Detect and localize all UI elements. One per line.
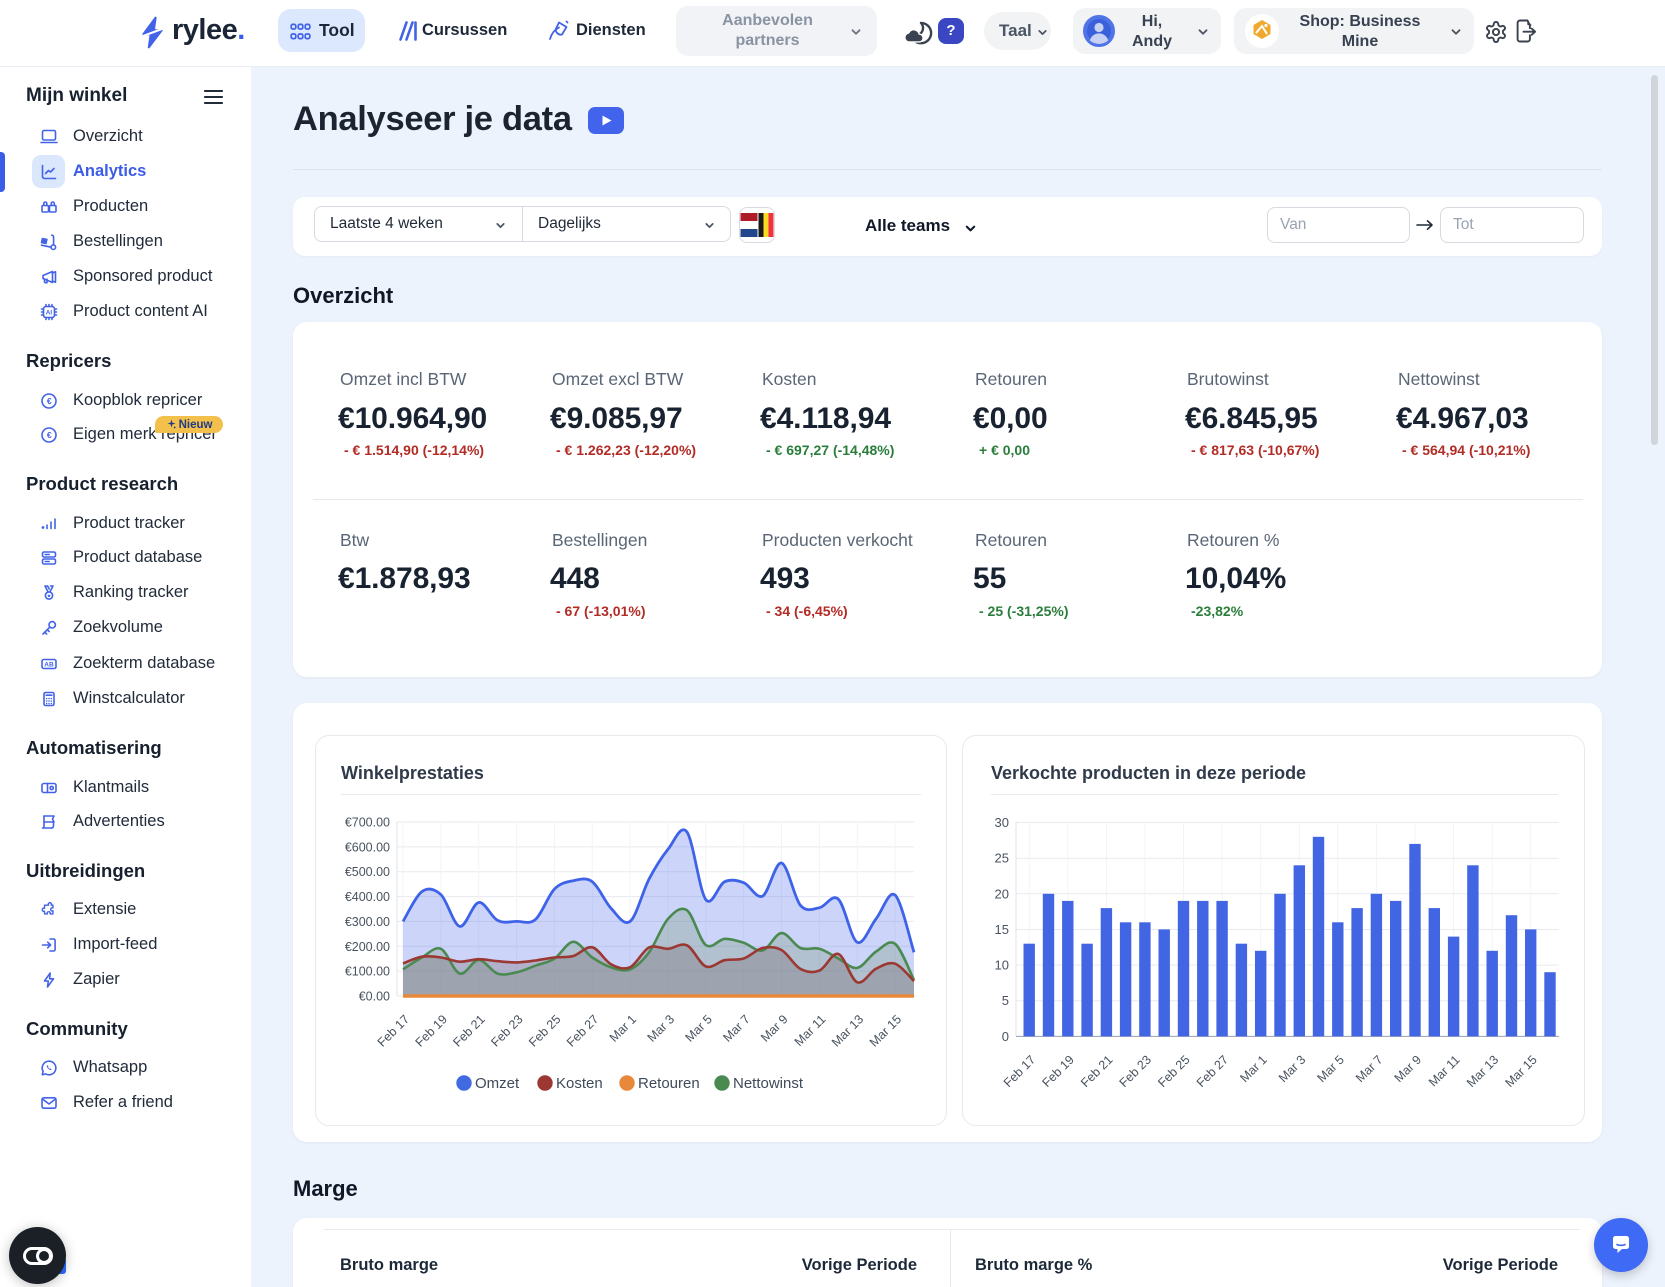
svg-text:Feb 17: Feb 17	[375, 1012, 412, 1049]
svg-text:Nettowinst: Nettowinst	[733, 1075, 804, 1092]
svg-text:Mar 13: Mar 13	[829, 1012, 866, 1049]
svg-text:Omzet: Omzet	[475, 1075, 520, 1092]
svg-text:25: 25	[995, 851, 1009, 866]
svg-text:Feb 21: Feb 21	[1078, 1053, 1115, 1090]
svg-text:Feb 27: Feb 27	[564, 1012, 601, 1049]
svg-text:€700.00: €700.00	[345, 816, 390, 830]
svg-text:20: 20	[995, 886, 1009, 901]
svg-text:Mar 5: Mar 5	[682, 1012, 715, 1045]
svg-text:Mar 9: Mar 9	[1392, 1053, 1425, 1086]
svg-text:Feb 23: Feb 23	[488, 1012, 525, 1049]
svg-text:Feb 17: Feb 17	[1001, 1053, 1038, 1090]
svg-text:Feb 25: Feb 25	[526, 1012, 563, 1049]
svg-text:Mar 1: Mar 1	[607, 1012, 640, 1045]
svg-text:€200.00: €200.00	[345, 940, 390, 954]
svg-text:Mar 11: Mar 11	[792, 1012, 829, 1049]
svg-text:€: €	[47, 430, 52, 440]
svg-text:€600.00: €600.00	[345, 840, 390, 854]
svg-text:Mar 7: Mar 7	[720, 1012, 753, 1045]
svg-text:30: 30	[995, 815, 1009, 830]
svg-text:Feb 19: Feb 19	[1039, 1053, 1076, 1090]
svg-text:€500.00: €500.00	[345, 865, 390, 879]
svg-text:€100.00: €100.00	[345, 965, 390, 979]
svg-text:Feb 23: Feb 23	[1117, 1053, 1154, 1090]
svg-text:Mar 3: Mar 3	[1276, 1053, 1309, 1086]
svg-text:AB: AB	[44, 662, 54, 669]
svg-text:Mar 3: Mar 3	[645, 1012, 678, 1045]
svg-text:€300.00: €300.00	[345, 915, 390, 929]
svg-text:Mar 15: Mar 15	[1502, 1053, 1539, 1090]
svg-text:Feb 19: Feb 19	[413, 1012, 450, 1049]
svg-text:Feb 25: Feb 25	[1155, 1053, 1192, 1090]
svg-text:Kosten: Kosten	[556, 1075, 603, 1092]
svg-text:Mar 7: Mar 7	[1353, 1053, 1386, 1086]
svg-text:Mar 13: Mar 13	[1464, 1053, 1501, 1090]
svg-text:Retouren: Retouren	[638, 1075, 700, 1092]
svg-text:Feb 21: Feb 21	[450, 1012, 487, 1049]
svg-text:15: 15	[995, 922, 1009, 937]
svg-text:Mar 5: Mar 5	[1314, 1053, 1347, 1086]
svg-text:Mar 11: Mar 11	[1426, 1053, 1463, 1090]
svg-text:AI: AI	[46, 310, 53, 317]
svg-text:0: 0	[1002, 1029, 1009, 1044]
svg-text:€400.00: €400.00	[345, 890, 390, 904]
svg-text:Mar 15: Mar 15	[867, 1012, 904, 1049]
svg-text:€0.00: €0.00	[359, 990, 390, 1004]
svg-text:10: 10	[995, 958, 1009, 973]
svg-text:Mar 9: Mar 9	[758, 1012, 791, 1045]
svg-text:Mar 1: Mar 1	[1237, 1053, 1270, 1086]
svg-text:Feb 27: Feb 27	[1194, 1053, 1231, 1090]
svg-text:5: 5	[1002, 993, 1009, 1008]
svg-text:€: €	[47, 396, 52, 406]
